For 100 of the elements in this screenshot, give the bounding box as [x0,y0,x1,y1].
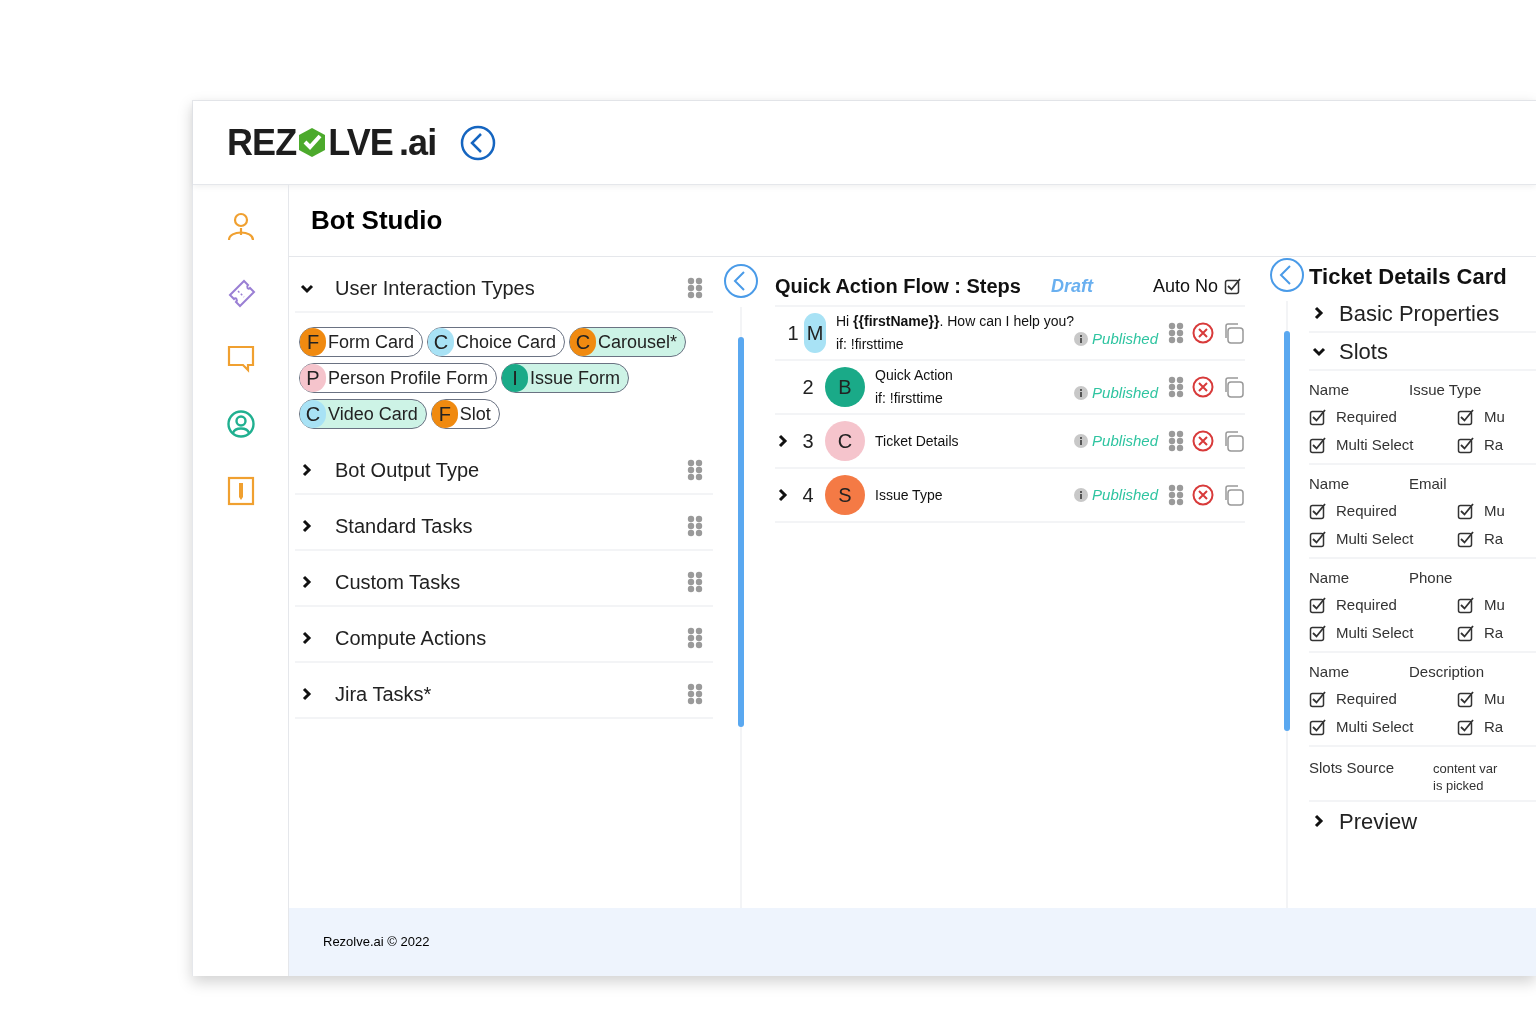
checked-checkbox[interactable] [1309,718,1326,736]
section-header[interactable]: Basic Properties [1309,295,1536,333]
section-header[interactable]: Jira Tasks* [295,671,713,719]
drag-handle-icon[interactable] [687,571,703,593]
step-row[interactable]: 1 M Hi {{firstName}}. How can I help you? if: !firsttime Published [775,307,1245,361]
component-chip[interactable]: C Choice Card [427,327,566,357]
back-icon[interactable] [460,124,497,161]
delete-icon[interactable] [1192,430,1214,452]
user-circle-icon[interactable] [225,409,256,441]
letter-avatar: S [825,475,865,515]
letter-avatar: C [570,328,597,356]
section-header[interactable]: Slots [1309,333,1536,371]
chip-label: Choice Card [456,330,557,354]
checkbox-label: Mu [1484,688,1505,709]
drag-handle-icon[interactable] [687,627,703,649]
chip-label: Carousel* [598,330,678,354]
component-chip[interactable]: F Form Card [299,327,423,357]
letter-avatar: B [825,367,865,407]
checked-checkbox[interactable] [1309,624,1326,642]
checkbox-label: Multi Select [1336,716,1414,737]
step-number: 4 [801,483,815,508]
field-label: Name [1309,661,1350,682]
step-row[interactable]: 4 S Issue Type Published [775,469,1245,523]
scrollbar-thumb[interactable] [738,337,744,727]
drag-handle-icon[interactable] [687,683,703,705]
letter-avatar: M [804,313,826,353]
step-title: Ticket Details [875,431,960,451]
checkbox-label: Ra [1484,434,1504,455]
copy-icon[interactable] [1222,429,1245,453]
checkbox-label: Multi Select [1336,528,1414,549]
drag-handle-icon[interactable] [687,459,703,481]
component-chip[interactable]: I Issue Form [501,363,630,393]
checkbox-label: Ra [1484,622,1504,643]
delete-icon[interactable] [1192,484,1214,506]
checkbox-label: Auto No [1152,274,1218,298]
component-chip[interactable]: C Video Card [299,399,427,429]
section-header[interactable]: Preview [1309,802,1536,840]
collapse-icon[interactable] [723,263,759,299]
checkbox-label: Ra [1484,528,1504,549]
chip-label: Person Profile Form [328,366,489,390]
collapse-icon[interactable] [1269,257,1305,293]
letter-avatar: F [431,400,458,428]
checked-checkbox[interactable] [1309,596,1326,614]
step-row[interactable]: 2 B Quick Action if: !firsttime Published [775,361,1245,415]
checked-checkbox[interactable] [1309,530,1326,548]
checked-checkbox[interactable] [1224,277,1241,295]
field-value: Email [1409,473,1447,494]
info-icon[interactable] [1074,386,1089,400]
drag-handle-icon[interactable] [1168,376,1184,398]
copy-icon[interactable] [1222,483,1245,507]
component-chip[interactable]: F Slot [430,399,500,429]
checked-checkbox[interactable] [1457,502,1474,520]
delete-icon[interactable] [1192,322,1214,344]
checked-checkbox[interactable] [1457,530,1474,548]
field-label: Name [1309,379,1350,400]
logo-text: LVE [328,120,393,165]
component-chip[interactable]: C Carousel* [569,327,687,357]
drag-handle-icon[interactable] [1168,430,1184,452]
copy-icon[interactable] [1222,375,1245,399]
published-status: Published [1092,382,1158,403]
scrollbar-thumb[interactable] [1284,331,1290,731]
checked-checkbox[interactable] [1309,502,1326,520]
checked-checkbox[interactable] [1309,690,1326,708]
checked-checkbox[interactable] [1457,596,1474,614]
letter-avatar: I [502,364,529,392]
checkbox-label: Ra [1484,716,1504,737]
drag-handle-icon[interactable] [687,515,703,537]
drag-handle-icon[interactable] [1168,484,1184,506]
section-header[interactable]: Custom Tasks [295,559,713,607]
section-header[interactable]: Standard Tasks [295,503,713,551]
component-chip[interactable]: P Person Profile Form [299,363,498,393]
step-row[interactable]: 3 C Ticket Details Published [775,415,1245,469]
section-header[interactable]: Bot Output Type [295,447,713,495]
checked-checkbox[interactable] [1309,436,1326,454]
draft-status: Draft [1050,274,1093,298]
copyright-text: Rezolve.ai © 2022 [323,933,430,952]
section-header[interactable]: Compute Actions [295,615,713,663]
checked-checkbox[interactable] [1457,718,1474,736]
chip-label: Slot [459,402,491,426]
chip-label: Form Card [328,330,414,354]
checked-checkbox[interactable] [1457,690,1474,708]
chip-label: Issue Form [530,366,621,390]
checkbox-label: Multi Select [1336,434,1414,455]
panel-title: Quick Action Flow : Steps [775,274,1021,299]
checked-checkbox[interactable] [1457,624,1474,642]
letter-avatar: C [428,328,454,356]
drag-handle-icon[interactable] [687,277,703,299]
step-title: Quick Action [875,366,954,385]
checked-checkbox[interactable] [1309,408,1326,426]
drag-handle-icon[interactable] [1168,322,1184,344]
published-status: Published [1092,430,1158,451]
checked-checkbox[interactable] [1457,408,1474,426]
copy-icon[interactable] [1222,321,1245,345]
delete-icon[interactable] [1192,376,1214,398]
checked-checkbox[interactable] [1457,436,1474,454]
info-icon[interactable] [1074,488,1089,502]
info-icon[interactable] [1074,434,1089,448]
panel-title: Ticket Details Card [1309,262,1508,291]
section-header[interactable]: User Interaction Types [295,265,713,313]
info-icon[interactable] [1074,332,1089,346]
